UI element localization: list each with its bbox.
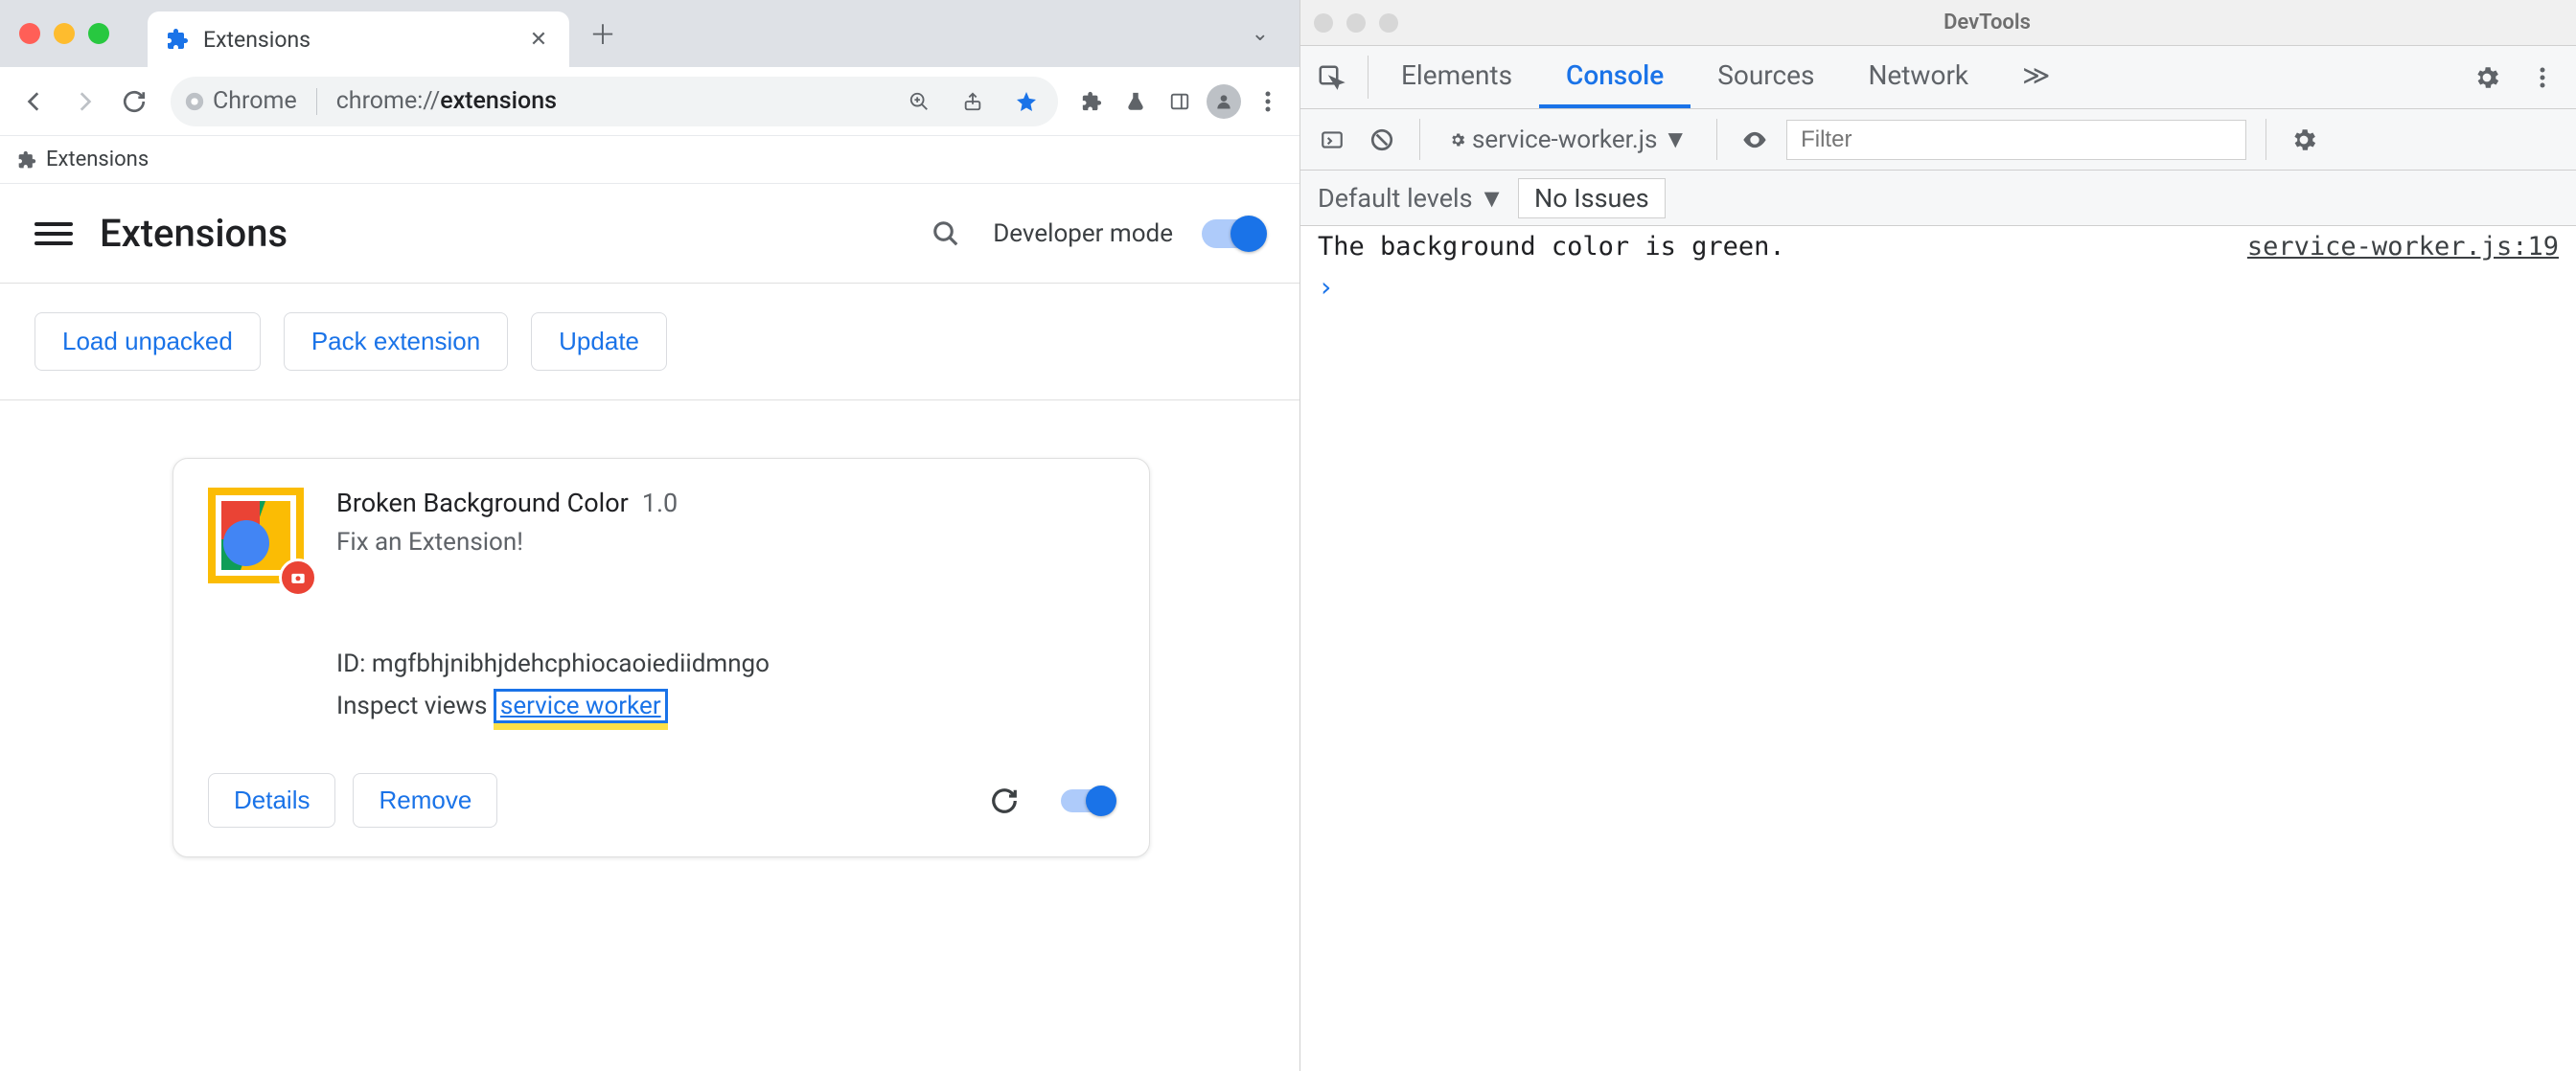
service-worker-link[interactable]: service worker <box>494 689 668 723</box>
settings-gear-icon[interactable] <box>2469 59 2505 96</box>
bookmark-item-extensions[interactable]: Extensions <box>46 148 149 171</box>
extension-id-value: mgfbhjnibhjdehcphiocaoiediidmngo <box>372 649 770 678</box>
bookmarks-bar: Extensions <box>0 136 1300 184</box>
devtools-title: DevTools <box>1412 11 2563 34</box>
separator <box>1419 119 1420 160</box>
issues-button[interactable]: No Issues <box>1518 178 1666 218</box>
console-output: The background color is green. service-w… <box>1300 226 2576 1071</box>
extension-name: Broken Background Color <box>336 488 629 518</box>
zoom-icon[interactable] <box>901 83 937 120</box>
omnibox-divider <box>316 88 317 115</box>
hamburger-menu-icon[interactable] <box>34 222 73 245</box>
back-button[interactable] <box>13 80 56 123</box>
url-prefix: chrome:// <box>336 87 440 115</box>
context-label: service-worker.js <box>1472 125 1657 154</box>
browser-toolbar: Chrome chrome://extensions <box>0 67 1300 136</box>
omnibox[interactable]: Chrome chrome://extensions <box>171 77 1058 126</box>
tab-network[interactable]: Network <box>1841 46 1995 108</box>
chrome-window: Extensions ✕ ＋ ⌄ Chrome <box>0 0 1300 1071</box>
extension-meta: Broken Background Color 1.0 Fix an Exten… <box>336 488 1115 727</box>
reload-button[interactable] <box>113 80 155 123</box>
window-zoom-button[interactable] <box>88 23 109 44</box>
live-expression-eye-icon[interactable] <box>1736 122 1773 158</box>
inspect-views-label: Inspect views <box>336 692 487 720</box>
extension-description: Fix an Extension! <box>336 528 1115 557</box>
tab-overflow-button[interactable]: ⌄ <box>1240 16 1280 52</box>
console-settings-gear-icon[interactable] <box>2286 122 2322 158</box>
chrome-menu-button[interactable] <box>1250 83 1286 120</box>
clear-console-icon[interactable] <box>1364 122 1400 158</box>
details-button[interactable]: Details <box>208 773 335 828</box>
side-panel-icon[interactable] <box>1162 83 1198 120</box>
bookmark-star-icon[interactable] <box>1008 83 1045 120</box>
error-badge-icon <box>279 558 317 597</box>
console-levels-bar: Default levels ▼ No Issues <box>1300 171 2576 226</box>
log-levels-selector[interactable]: Default levels ▼ <box>1318 183 1505 214</box>
chrome-top-chrome: Extensions ✕ ＋ ⌄ Chrome <box>0 0 1300 136</box>
inspect-element-icon[interactable] <box>1300 46 1362 108</box>
extension-icon <box>208 488 308 587</box>
extensions-header: Extensions Developer mode <box>0 184 1300 284</box>
window-minimize-button[interactable] <box>1346 13 1366 33</box>
developer-mode-toggle[interactable] <box>1202 219 1265 248</box>
tab-strip: Extensions ✕ ＋ ⌄ <box>0 0 1300 67</box>
devtools-window: DevTools Elements Console Sources Networ… <box>1300 0 2576 1071</box>
omnibox-actions <box>901 83 1045 120</box>
log-levels-label: Default levels <box>1318 183 1473 214</box>
tab-overflow[interactable]: ≫ <box>1995 46 2077 108</box>
console-toolbar: service-worker.js ▼ <box>1300 109 2576 171</box>
update-button[interactable]: Update <box>531 312 667 371</box>
extensions-body: Broken Background Color 1.0 Fix an Exten… <box>0 400 1300 915</box>
tab-sources[interactable]: Sources <box>1690 46 1841 108</box>
devtools-tab-strip: Elements Console Sources Network ≫ <box>1300 46 2576 109</box>
new-tab-button[interactable]: ＋ <box>581 11 625 56</box>
extension-enabled-toggle[interactable] <box>1061 789 1115 812</box>
console-row: The background color is green. service-w… <box>1300 226 2576 267</box>
forward-button[interactable] <box>63 80 105 123</box>
load-unpacked-button[interactable]: Load unpacked <box>34 312 261 371</box>
window-minimize-button[interactable] <box>54 23 75 44</box>
pack-extension-button[interactable]: Pack extension <box>284 312 508 371</box>
developer-action-bar: Load unpacked Pack extension Update <box>0 284 1300 400</box>
chevron-down-icon: ▼ <box>1663 125 1688 154</box>
console-source-link[interactable]: service-worker.js:19 <box>2247 232 2559 262</box>
separator <box>1716 119 1717 160</box>
tab-title: Extensions <box>203 27 512 53</box>
browser-tab-extensions[interactable]: Extensions ✕ <box>148 11 569 67</box>
console-prompt[interactable]: › <box>1300 267 2576 307</box>
extensions-puzzle-icon[interactable] <box>1073 83 1110 120</box>
window-zoom-button[interactable] <box>1379 13 1398 33</box>
share-icon[interactable] <box>954 83 991 120</box>
url-path: extensions <box>440 87 557 115</box>
tab-console[interactable]: Console <box>1539 46 1690 108</box>
profile-button[interactable] <box>1206 83 1242 120</box>
extension-id-label: ID: <box>336 649 365 678</box>
puzzle-icon <box>165 27 190 52</box>
remove-button[interactable]: Remove <box>353 773 497 828</box>
puzzle-icon <box>17 150 36 170</box>
extensions-page: Extensions Developer mode Load unpacked … <box>0 184 1300 1071</box>
execution-context-selector[interactable]: service-worker.js ▼ <box>1439 121 1697 158</box>
tab-elements[interactable]: Elements <box>1374 46 1539 108</box>
omnibox-chip-label: Chrome <box>213 87 297 115</box>
window-close-button[interactable] <box>19 23 40 44</box>
toggle-console-sidebar-icon[interactable] <box>1314 122 1350 158</box>
console-message: The background color is green. <box>1318 232 2247 262</box>
console-filter-input[interactable] <box>1786 120 2246 160</box>
extension-version: 1.0 <box>642 488 678 518</box>
reload-extension-button[interactable] <box>986 783 1023 819</box>
labs-flask-icon[interactable] <box>1117 83 1154 120</box>
search-icon[interactable] <box>928 216 964 252</box>
devtools-titlebar: DevTools <box>1300 0 2576 46</box>
avatar-icon <box>1207 84 1241 119</box>
omnibox-url: chrome://extensions <box>336 87 557 115</box>
close-tab-button[interactable]: ✕ <box>525 28 552 52</box>
page-title: Extensions <box>100 211 288 256</box>
window-controls <box>19 23 109 44</box>
window-close-button[interactable] <box>1314 13 1333 33</box>
developer-mode-label: Developer mode <box>993 219 1173 248</box>
devtools-menu-button[interactable] <box>2524 59 2561 96</box>
omnibox-site-chip: Chrome <box>184 87 297 115</box>
extension-card: Broken Background Color 1.0 Fix an Exten… <box>172 458 1150 857</box>
